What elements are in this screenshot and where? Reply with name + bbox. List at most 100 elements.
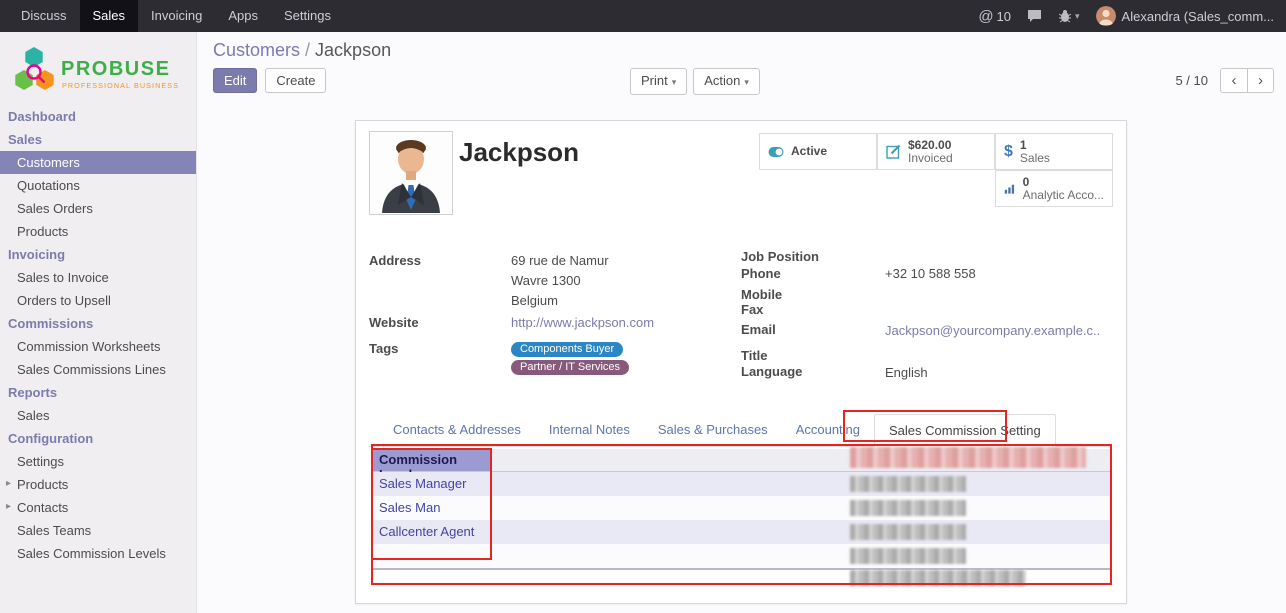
expand-caret-icon: ▸ <box>6 478 11 489</box>
sales-count-value: 1 <box>1020 139 1050 152</box>
tab-accounting[interactable]: Accounting <box>782 414 874 446</box>
table-row-sales-man[interactable]: Sales Man <box>373 496 1111 520</box>
print-label: Print <box>641 73 668 88</box>
tab-contacts-addresses[interactable]: Contacts & Addresses <box>379 414 535 446</box>
print-dropdown-button[interactable]: Print▾ <box>630 68 687 95</box>
menu-sales[interactable]: Sales <box>80 0 139 32</box>
logo-title: PROBUSE <box>61 58 170 80</box>
messages-button[interactable] <box>1027 9 1042 23</box>
sidebar-item-settings[interactable]: Settings <box>0 450 196 473</box>
sidebar-heading-reports[interactable]: Reports <box>0 381 196 404</box>
user-menu[interactable]: Alexandra (Sales_comm... <box>1096 6 1274 26</box>
redacted-cell-blur <box>850 524 966 540</box>
commission-level-cell: Sales Manager <box>373 472 492 496</box>
analytic-label: Analytic Acco... <box>1023 189 1104 202</box>
redacted-footer-blur <box>850 570 1026 586</box>
app-logo[interactable]: PROBUSE PROFESSIONAL BUSINESS <box>0 32 196 105</box>
breadcrumb-current: Jackpson <box>315 40 391 60</box>
pager-next-button[interactable]: › <box>1247 68 1274 93</box>
sidebar-item-quotations[interactable]: Quotations <box>0 174 196 197</box>
website-link[interactable]: http://www.jackpson.com <box>511 315 654 330</box>
menu-settings[interactable]: Settings <box>271 0 344 32</box>
menu-invoicing[interactable]: Invoicing <box>138 0 215 32</box>
website-label: Website <box>369 315 419 330</box>
sidebar-item-orders-to-upsell[interactable]: Orders to Upsell <box>0 289 196 312</box>
tab-sales-commission-setting[interactable]: Sales Commission Setting <box>874 414 1056 447</box>
analytic-accounts-stat-button[interactable]: 0 Analytic Acco... <box>995 170 1113 207</box>
email-label: Email <box>741 322 776 337</box>
language-value: English <box>885 365 928 380</box>
topbar-menu: Discuss Sales Invoicing Apps Settings <box>0 0 344 32</box>
redacted-cell-blur <box>850 548 966 564</box>
invoiced-value: $620.00 <box>908 139 953 152</box>
action-dropdown-button[interactable]: Action▾ <box>693 68 760 95</box>
redacted-cell-blur <box>850 500 966 516</box>
chat-bubble-icon <box>1027 9 1042 23</box>
sidebar-item-config-contacts[interactable]: ▸ Contacts <box>0 496 196 519</box>
commission-table-header-row: Commission Level <box>373 449 1111 472</box>
logo-hexagons-icon <box>15 47 53 90</box>
sidebar-item-config-products[interactable]: ▸ Products <box>0 473 196 496</box>
notebook-tabs: Contacts & Addresses Internal Notes Sale… <box>369 414 1113 447</box>
caret-down-icon: ▾ <box>744 77 749 87</box>
debug-menu-button[interactable]: ▾ <box>1058 9 1080 23</box>
table-row-callcenter-agent[interactable]: Callcenter Agent <box>373 520 1111 544</box>
expand-caret-icon: ▸ <box>6 501 11 512</box>
sidebar-heading-sales[interactable]: Sales <box>0 128 196 151</box>
sidebar-nav: Dashboard Sales Customers Quotations Sal… <box>0 105 196 565</box>
address-line-1: 69 rue de Namur <box>511 253 609 268</box>
phone-label: Phone <box>741 266 781 281</box>
breadcrumb-customers-link[interactable]: Customers <box>213 40 300 60</box>
email-link[interactable]: Jackpson@yourcompany.example.c.. <box>885 323 1100 338</box>
menu-discuss[interactable]: Discuss <box>8 0 80 32</box>
sidebar-item-customers[interactable]: Customers <box>0 151 196 174</box>
menu-apps[interactable]: Apps <box>215 0 271 32</box>
sidebar-heading-invoicing[interactable]: Invoicing <box>0 243 196 266</box>
logo-subtitle: PROFESSIONAL BUSINESS <box>62 81 179 90</box>
record-name: Jackpson <box>459 137 579 168</box>
table-row-empty[interactable] <box>373 544 1111 568</box>
sidebar-item-sales-commission-levels[interactable]: Sales Commission Levels <box>0 542 196 565</box>
sidebar-item-sales-orders[interactable]: Sales Orders <box>0 197 196 220</box>
businessman-avatar-image <box>371 133 451 213</box>
user-name: Alexandra (Sales_comm... <box>1122 9 1274 24</box>
analytic-value: 0 <box>1023 176 1104 189</box>
edit-button[interactable]: Edit <box>213 68 257 93</box>
sales-count-stat-button[interactable]: $ 1 Sales <box>995 133 1113 170</box>
sidebar-item-commission-worksheets[interactable]: Commission Worksheets <box>0 335 196 358</box>
tab-internal-notes[interactable]: Internal Notes <box>535 414 644 446</box>
sidebar-heading-configuration[interactable]: Configuration <box>0 427 196 450</box>
pager-value[interactable]: 5 / 10 <box>1175 73 1208 88</box>
sidebar-item-sales-to-invoice[interactable]: Sales to Invoice <box>0 266 196 289</box>
sidebar-item-sales-teams[interactable]: Sales Teams <box>0 519 196 542</box>
breadcrumb: Customers/Jackpson <box>213 40 391 61</box>
chevron-left-icon: ‹ <box>1232 72 1237 89</box>
commission-table: Commission Level Sales Manager Sales Man… <box>373 449 1111 585</box>
address-line-2: Wavre 1300 <box>511 273 581 288</box>
mentions-button[interactable]: @ 10 <box>978 8 1011 25</box>
bar-chart-icon <box>1004 182 1016 196</box>
pager-previous-button[interactable]: ‹ <box>1220 68 1247 93</box>
sidebar-item-products[interactable]: Products <box>0 220 196 243</box>
tab-sales-purchases[interactable]: Sales & Purchases <box>644 414 782 446</box>
record-sheet: Jackpson Active $620.00 Invoiced <box>355 120 1127 604</box>
job-position-label: Job Position <box>741 249 819 264</box>
breadcrumb-separator: / <box>305 40 310 60</box>
active-stat-button[interactable]: Active <box>759 133 877 170</box>
commission-level-column-header[interactable]: Commission Level <box>373 449 492 471</box>
sales-count-label: Sales <box>1020 152 1050 165</box>
invoiced-stat-button[interactable]: $620.00 Invoiced <box>877 133 995 170</box>
create-button[interactable]: Create <box>265 68 326 93</box>
sidebar-heading-dashboard[interactable]: Dashboard <box>0 105 196 128</box>
dollar-icon: $ <box>1004 143 1013 161</box>
mobile-label: Mobile <box>741 287 782 302</box>
title-label: Title <box>741 348 768 363</box>
commission-level-cell: Sales Man <box>373 496 492 520</box>
pencil-edit-icon <box>886 144 901 159</box>
sidebar-item-sales-commissions-lines[interactable]: Sales Commissions Lines <box>0 358 196 381</box>
sidebar-heading-commissions[interactable]: Commissions <box>0 312 196 335</box>
commission-level-cell: Callcenter Agent <box>373 520 492 544</box>
tag-components-buyer: Components Buyer <box>511 342 623 357</box>
table-row-sales-manager[interactable]: Sales Manager <box>373 472 1111 496</box>
sidebar-item-reports-sales[interactable]: Sales <box>0 404 196 427</box>
